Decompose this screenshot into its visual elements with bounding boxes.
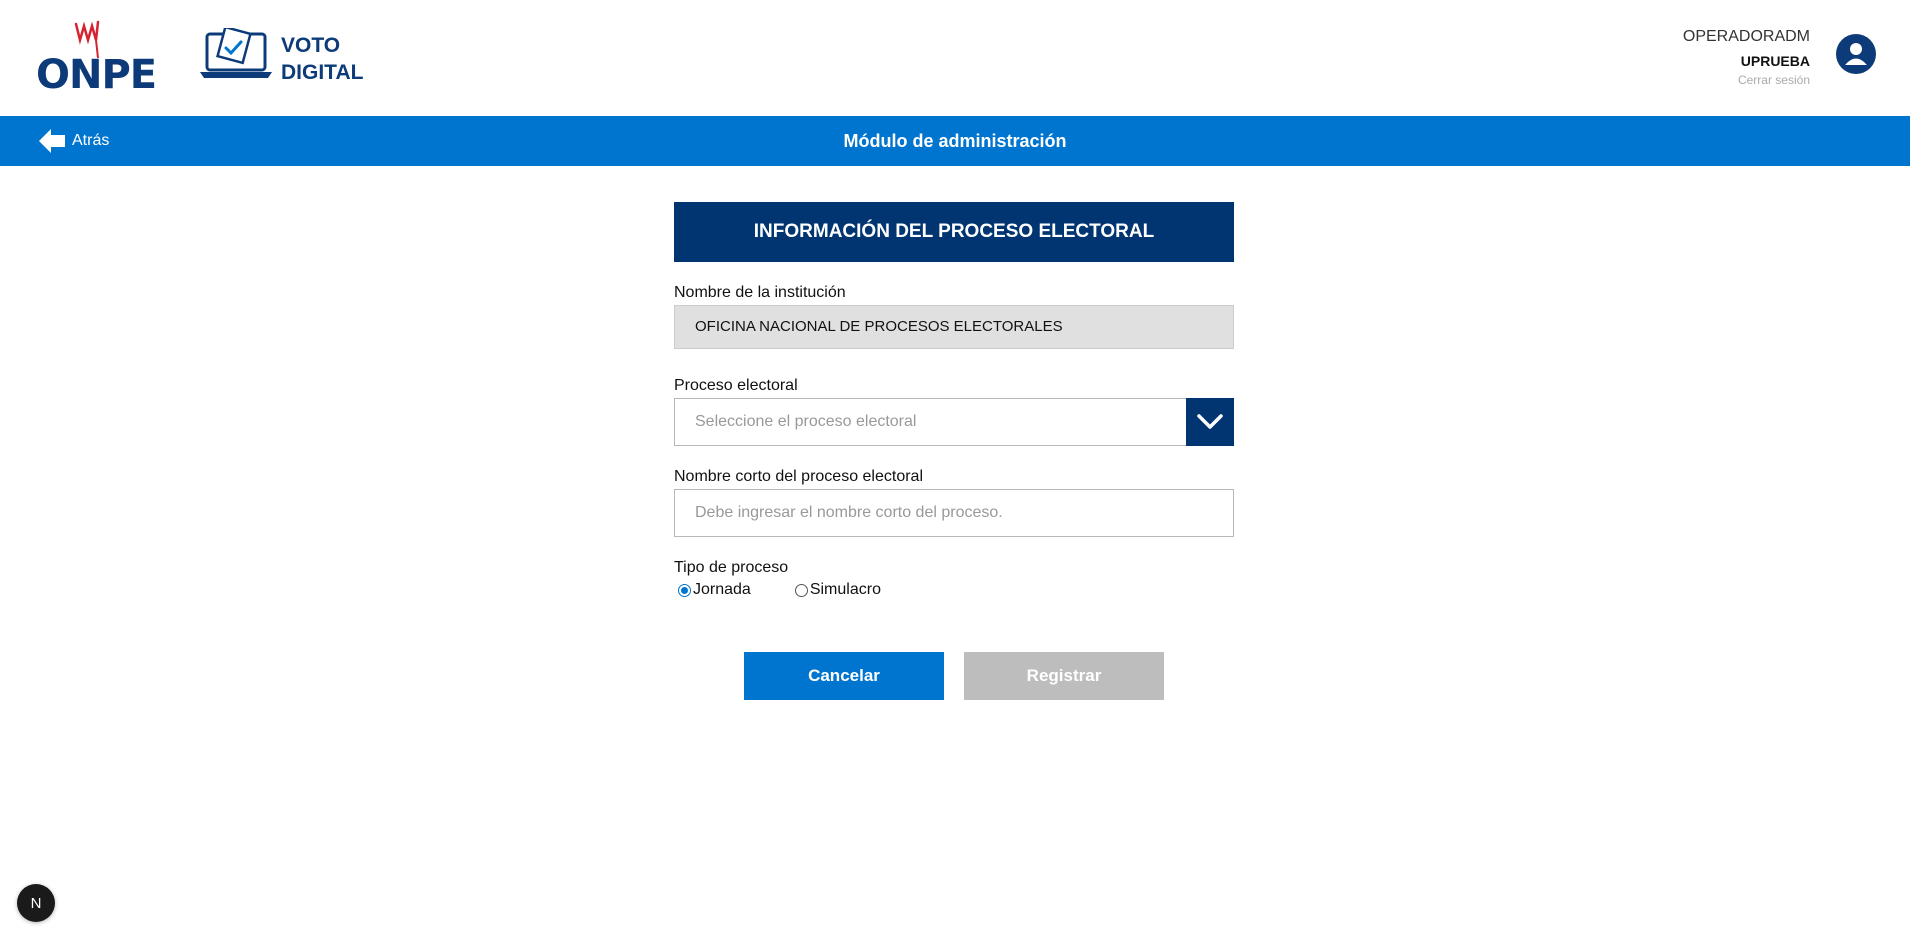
logout-link[interactable]: Cerrar sesión [1683,72,1810,88]
process-label: Proceso electoral [674,377,798,394]
institution-label: Nombre de la institución [674,284,846,301]
page: ONPE VOTO DIGITAL OPERADORADM UPRUEBA Ce… [0,0,1910,938]
header: ONPE VOTO DIGITAL OPERADORADM UPRUEBA Ce… [0,0,1910,116]
register-button[interactable]: Registrar [964,652,1164,700]
radio-jornada[interactable]: Jornada [674,581,751,599]
user-role: OPERADORADM [1682,28,1810,45]
institution-field: OFICINA NACIONAL DE PROCESOS ELECTORALES [674,305,1234,349]
form-actions: Cancelar Registrar [744,652,1164,700]
onpe-logo-text: ONPE [36,52,157,98]
user-icon [1845,43,1867,65]
module-bar: Atrás Módulo de administración [0,116,1910,166]
radio-simulacro-label: Simulacro [809,581,881,598]
avatar[interactable] [1836,34,1876,74]
page-title: Módulo de administración [843,131,1067,151]
radio-simulacro[interactable]: Simulacro [791,581,881,599]
user-info: OPERADORADM UPRUEBA Cerrar sesión [1683,26,1810,88]
process-group: Proceso electoral Seleccione el proceso … [674,375,1234,446]
radio-jornada-label: Jornada [693,581,751,598]
section-title: INFORMACIÓN DEL PROCESO ELECTORAL [674,202,1234,262]
short-name-group: Nombre corto del proceso electoral [674,466,1234,537]
short-name-label: Nombre corto del proceso electoral [674,468,924,485]
dev-tools-badge[interactable]: N [17,884,55,922]
process-type-radios: Jornada Simulacro [674,581,1234,599]
process-type-group: Tipo de proceso Jornada Simulacro [674,557,1234,599]
voto-digital-text: VOTO DIGITAL [281,32,363,86]
process-select-value[interactable]: Seleccione el proceso electoral [674,398,1234,446]
voto-line1: VOTO [281,34,341,57]
voto-line2: DIGITAL [281,61,364,84]
cancel-button[interactable]: Cancelar [744,652,944,700]
electoral-process-form: INFORMACIÓN DEL PROCESO ELECTORAL Nombre… [674,202,1234,599]
short-name-input[interactable] [674,489,1234,537]
process-dropdown-button[interactable] [1186,398,1234,446]
onpe-logo[interactable]: ONPE [36,18,157,98]
institution-group: Nombre de la institución OFICINA NACIONA… [674,282,1234,349]
process-select[interactable]: Seleccione el proceso electoral [674,398,1234,446]
chevron-down-icon [1197,414,1223,429]
radio-jornada-button[interactable] [678,583,691,597]
voto-digital-logo[interactable]: VOTO DIGITAL [199,28,379,84]
laptop-check-icon [200,28,272,78]
radio-simulacro-button[interactable] [794,583,808,597]
process-type-label: Tipo de proceso [674,559,789,576]
user-name: UPRUEBA [1740,53,1810,69]
